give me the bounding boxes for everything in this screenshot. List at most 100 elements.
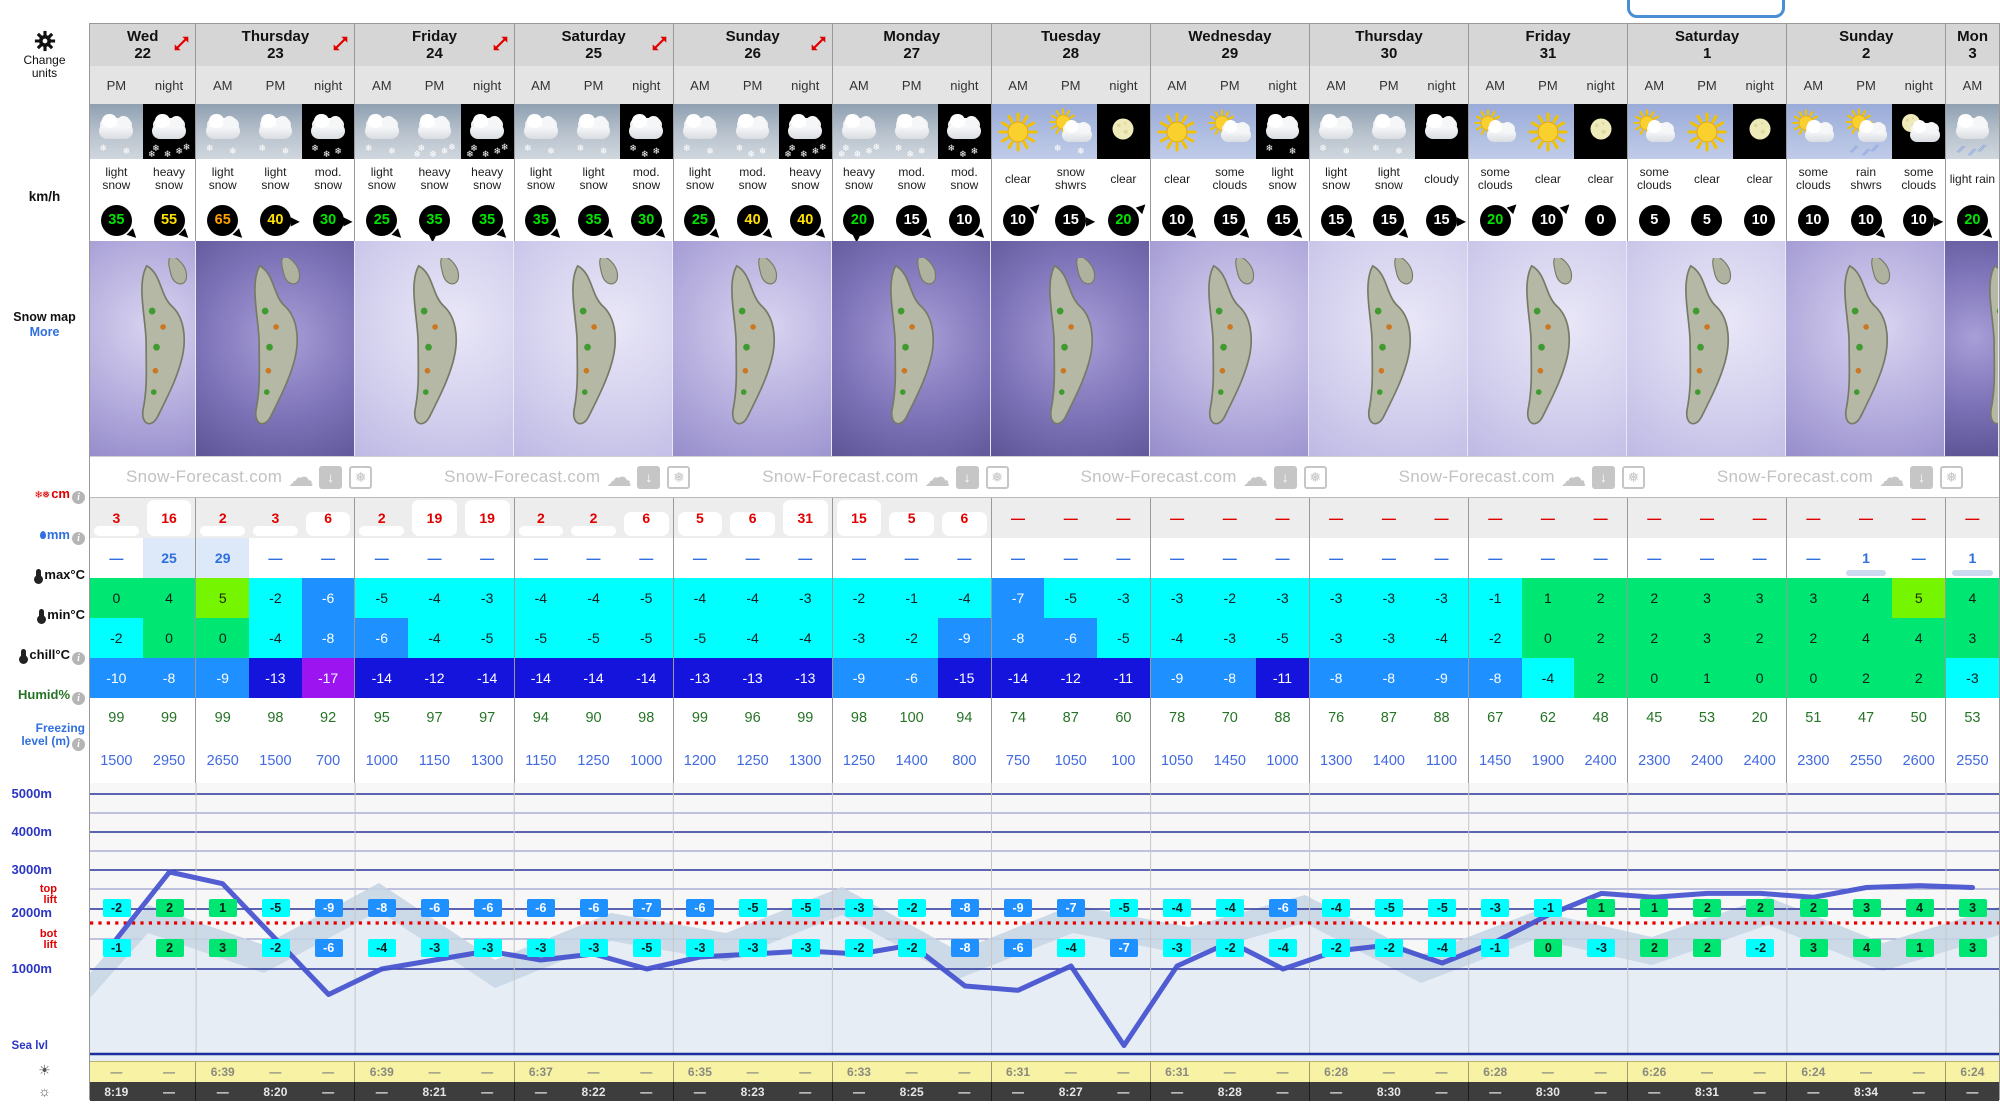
- humidity-cell: 74: [992, 698, 1045, 738]
- period-header: night: [1097, 66, 1151, 104]
- day-header-wed-22[interactable]: Wed22: [90, 24, 196, 66]
- rain-mm-cell: —: [1310, 538, 1363, 578]
- cloud-glyph-icon: ☁: [607, 466, 630, 489]
- snow-cm-cell: —: [1469, 498, 1522, 538]
- expand-icon[interactable]: [810, 35, 827, 52]
- snow-map-cell[interactable]: [991, 241, 1150, 456]
- snow-map-cell[interactable]: [355, 241, 514, 456]
- snowflake-box-icon: ❅: [1940, 466, 1963, 489]
- top-lift-temp-chip: -6: [686, 899, 714, 917]
- snowflake-icon: ❄: [577, 144, 585, 153]
- wind-cell: 25▶: [674, 199, 727, 241]
- weather-desc: some clouds: [1892, 159, 1946, 199]
- snow-map-more-link[interactable]: More: [0, 325, 89, 339]
- period-header: AM: [992, 66, 1045, 104]
- bot-lift-temp-chip: -2: [898, 939, 926, 957]
- sunset-cell: 8:34: [1840, 1082, 1893, 1101]
- cloud-icon: [206, 123, 240, 140]
- info-icon[interactable]: i: [72, 738, 85, 751]
- snow-map-cell[interactable]: [1945, 241, 1999, 456]
- period-header: AM: [833, 66, 886, 104]
- snow-map-cell[interactable]: [1309, 241, 1468, 456]
- sunrise-cell: —: [1363, 1062, 1416, 1082]
- chill-temp-cell: -12: [1044, 658, 1097, 698]
- partial-top-button[interactable]: [1627, 0, 1785, 18]
- expand-icon[interactable]: [332, 35, 349, 52]
- snowflake-icon: ❄: [1372, 144, 1380, 153]
- snow-map-cell[interactable]: [1786, 241, 1945, 456]
- wind-speed-badge: 55▶: [154, 205, 185, 236]
- snowflake-icon: ❄: [524, 144, 532, 153]
- bot-lift-temp-cell: -4: [1416, 938, 1469, 957]
- snow-map-cell[interactable]: [1150, 241, 1309, 456]
- chill-temp-cell: -15: [938, 658, 992, 698]
- expand-icon[interactable]: [173, 35, 190, 52]
- snow-map-cell[interactable]: [1627, 241, 1786, 456]
- bot-lift-temp-chip: -3: [474, 939, 502, 957]
- weather-desc: some clouds: [1203, 159, 1256, 199]
- snow-map-cell[interactable]: [514, 241, 673, 456]
- day-date: 30: [1381, 45, 1398, 62]
- bot-lift-temp-cell: -2: [885, 938, 938, 957]
- wind-direction-arrow: ▶: [391, 226, 406, 241]
- snowflake-icon: ❄: [466, 150, 474, 159]
- wind-direction-arrow: ▶: [291, 215, 300, 227]
- day-header-friday-24[interactable]: Friday24: [355, 24, 514, 66]
- snow-map-cell[interactable]: [832, 241, 991, 456]
- expand-icon[interactable]: [651, 35, 668, 52]
- period-header: night: [302, 66, 356, 104]
- day-date: 27: [903, 45, 920, 62]
- sunset-cell: —: [1733, 1082, 1787, 1101]
- wind-cell: 15▶: [1415, 199, 1469, 241]
- change-units-button[interactable]: Changeunits: [0, 30, 89, 80]
- cloud-icon: [683, 123, 717, 140]
- sunset-cell: 8:23: [726, 1082, 779, 1101]
- bot-lift-label: botlift: [7, 929, 57, 951]
- info-icon[interactable]: i: [72, 532, 85, 545]
- wind-direction-arrow: ▶: [550, 226, 565, 241]
- wind-speed-badge: 15▶: [1373, 205, 1404, 236]
- sunset-cell: —: [1469, 1082, 1522, 1101]
- wind-direction-arrow: ▶: [343, 215, 352, 227]
- wind-cell: 0: [1574, 199, 1628, 241]
- nz-map-island: [1331, 258, 1444, 439]
- snow-map-cell[interactable]: [196, 241, 355, 456]
- download-icon: ↓: [319, 466, 342, 489]
- snow-map-cell[interactable]: [1468, 241, 1627, 456]
- top-lift-temp-cell: -5: [726, 898, 779, 917]
- sunset-cell: —: [674, 1082, 727, 1101]
- sunrise-cell: —: [885, 1062, 938, 1082]
- download-icon: ↓: [1274, 466, 1297, 489]
- wind-direction-arrow: ▶: [1239, 226, 1254, 241]
- info-icon[interactable]: i: [72, 652, 85, 665]
- top-lift-temp-chip: -6: [1269, 899, 1297, 917]
- cloud-icon: [1425, 123, 1459, 140]
- chill-temp-cell: -14: [620, 658, 674, 698]
- snow-map-cell[interactable]: [90, 241, 196, 456]
- cloud-icon: [259, 123, 293, 140]
- expand-icon[interactable]: [492, 35, 509, 52]
- watermark-text: Snow-Forecast.com: [1717, 467, 1873, 487]
- sunrise-cell: —: [1256, 1062, 1310, 1082]
- min-temp-cell: -3: [1203, 618, 1256, 658]
- weather-icon-cell: [1097, 104, 1151, 159]
- freezing-level-cell: 1300: [461, 738, 515, 783]
- day-header-thursday-23[interactable]: Thursday23: [196, 24, 355, 66]
- bot-lift-temp-chip: -6: [1004, 939, 1032, 957]
- period-header: AM: [1469, 66, 1522, 104]
- wind-cell: 15▶: [1363, 199, 1416, 241]
- info-icon[interactable]: i: [72, 491, 85, 504]
- day-header-saturday-25[interactable]: Saturday25: [515, 24, 674, 66]
- snow-map-cell[interactable]: [673, 241, 832, 456]
- day-header-sunday-26[interactable]: Sunday26: [674, 24, 833, 66]
- snowflake-icon: ❄: [482, 150, 490, 159]
- max-temp-cell: -5: [355, 578, 408, 618]
- sunrise-cell: 6:31: [992, 1062, 1045, 1082]
- snowflake-icon: ❄: [918, 147, 926, 156]
- weather-icon: [1892, 104, 1945, 159]
- snow-cm-cell: —: [1787, 498, 1840, 538]
- info-icon[interactable]: i: [72, 692, 85, 705]
- top-lift-temp-cell: 4: [1893, 898, 1946, 917]
- rain-mm-cell: —: [302, 538, 356, 578]
- bot-lift-temp-chip: -3: [1163, 939, 1191, 957]
